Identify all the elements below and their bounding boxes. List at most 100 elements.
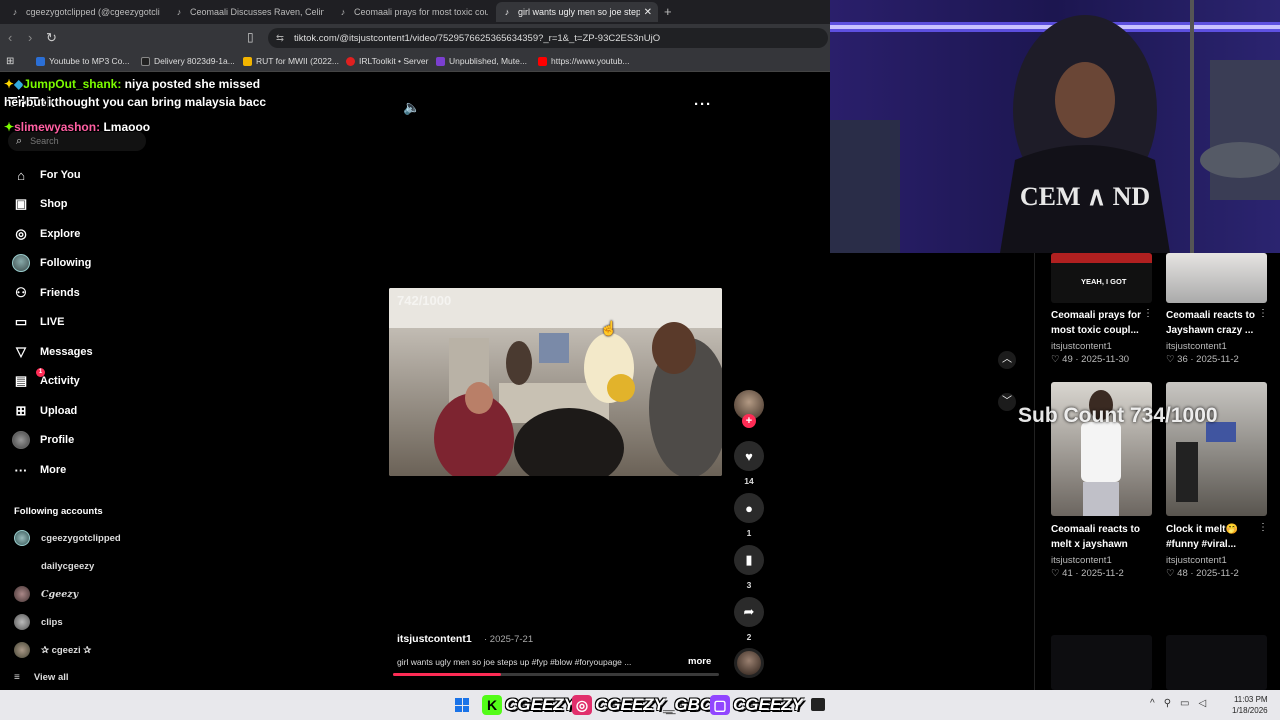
nav-for-you[interactable]: ⌂ For You — [12, 164, 80, 186]
new-tab-icon[interactable]: + — [664, 4, 672, 19]
nav-activity[interactable]: ▤ 1 Activity — [12, 368, 80, 392]
following-account[interactable]: clips — [14, 613, 63, 631]
video-thumbnail[interactable] — [1166, 382, 1267, 516]
video-thumbnail[interactable] — [1166, 635, 1267, 690]
video-meta: ♡ 49 · 2025-11-30 — [1051, 354, 1130, 365]
bookmark-star-icon[interactable]: ▯ — [247, 30, 254, 44]
comment-button[interactable]: ● 1 — [734, 493, 764, 538]
video-thumbnail[interactable]: YEAH, I GOT — [1051, 253, 1152, 303]
kebab-menu-icon[interactable]: ⋮ — [1258, 522, 1268, 533]
share-button[interactable]: ➦ 2 — [734, 597, 764, 642]
video-thumbnail[interactable] — [1051, 635, 1152, 690]
nav-friends[interactable]: ⚇ Friends — [12, 282, 80, 304]
back-icon[interactable]: ‹ — [8, 30, 12, 45]
address-bar[interactable]: ⇆ tiktok.com/@itsjustcontent1/video/7529… — [268, 28, 828, 48]
follow-plus-icon[interactable]: + — [742, 414, 756, 428]
nav-profile[interactable]: Profile — [12, 429, 74, 451]
irltoolkit-icon — [346, 56, 355, 66]
forward-icon[interactable]: › — [28, 30, 32, 45]
chevron-up-icon: ︿ — [1002, 354, 1012, 365]
video-progress-fill — [393, 673, 501, 676]
terminal-app-icon[interactable] — [811, 698, 825, 711]
monitor-icon[interactable]: ▭ — [1180, 698, 1189, 709]
twitch-handle: ▢ CGEEZY — [710, 694, 803, 716]
shop-bag-icon: ▣ — [14, 196, 28, 211]
video-title[interactable]: Ceomaali reacts to melt x jayshawn — [1051, 522, 1151, 552]
microphone-icon[interactable]: ⚲ — [1164, 698, 1171, 709]
more-options-icon[interactable]: ··· — [694, 96, 712, 113]
volume-icon[interactable]: ◁ — [1198, 698, 1206, 709]
bookmark-item[interactable]: Unpublished, Mute... — [436, 56, 527, 66]
windows-start-icon[interactable] — [455, 698, 469, 712]
scroll-up-button[interactable]: ︿ — [998, 351, 1016, 369]
save-count: 3 — [746, 580, 752, 590]
twitch-icon: ▢ — [710, 695, 730, 715]
following-account[interactable]: cgeezygotclipped — [14, 529, 121, 547]
nav-messages[interactable]: ▽ Messages — [12, 341, 93, 363]
video-meta: ♡ 48 · 2025-11-2 — [1166, 568, 1239, 579]
video-thumbnail[interactable] — [1166, 253, 1267, 303]
video-title[interactable]: Ceomaali reacts to Jayshawn crazy ... — [1166, 308, 1266, 338]
nav-live[interactable]: ▭ LIVE — [12, 311, 65, 333]
nav-following[interactable]: Following — [12, 252, 91, 274]
video-author[interactable]: itsjustcontent1 — [1166, 341, 1227, 352]
following-account[interactable]: Cgeezy — [14, 585, 78, 603]
chevron-up-icon[interactable]: ^ — [1150, 698, 1155, 709]
site-info-icon[interactable]: ⇆ — [276, 33, 284, 44]
search-input[interactable]: ⌕ Search — [8, 131, 146, 151]
kebab-menu-icon[interactable]: ⋮ — [1143, 308, 1153, 319]
apps-grid-icon[interactable]: ⊞ — [6, 56, 14, 67]
webcam-image: CEM ∧ ND — [830, 0, 1280, 253]
nav-explore[interactable]: ◎ Explore — [12, 223, 80, 245]
bookmarks-bar: ⊞ Youtube to MP3 Co... Delivery 8023d9-1… — [0, 52, 830, 72]
video-title[interactable]: Ceomaali prays for most toxic coupl... — [1051, 308, 1151, 338]
home-icon: ⌂ — [17, 167, 25, 183]
bookmark-item[interactable]: Youtube to MP3 Co... — [36, 56, 130, 66]
video-title[interactable]: Clock it melt🤭 #funny #viral... — [1166, 522, 1266, 552]
bookmark-item[interactable]: https://www.youtub... — [538, 56, 629, 66]
following-account[interactable]: ✰ cgeezi ✰ — [14, 641, 91, 659]
close-tab-icon[interactable]: ✕ — [640, 7, 652, 18]
messages-icon: ▽ — [16, 344, 26, 359]
profile-avatar-icon — [12, 431, 30, 449]
video-player[interactable]: 742/1000 — [389, 288, 722, 476]
share-count: 2 — [746, 632, 752, 642]
like-count: 14 — [744, 476, 754, 486]
browser-tab[interactable]: ♪ cgeezygotclipped (@cgeezygotclipp — [4, 2, 166, 22]
scroll-down-button[interactable]: ﹀ — [998, 393, 1016, 411]
save-button[interactable]: ▮ 3 — [734, 545, 764, 590]
bookmark-item[interactable]: RUT for MWII (2022... — [243, 56, 339, 66]
url-text: tiktok.com/@itsjustcontent1/video/752957… — [293, 32, 661, 44]
browser-tab[interactable]: ♪ Ceomaali Discusses Raven, Celine an — [168, 2, 330, 22]
video-author[interactable]: itsjustcontent1 — [1166, 555, 1227, 566]
system-tray: ^ ⚲ ▭ ◁ — [1150, 698, 1206, 709]
video-author[interactable]: itsjustcontent1 — [1051, 341, 1112, 352]
browser-tab-active[interactable]: ♪ girl wants ugly men so joe steps ✕ — [496, 2, 658, 22]
tiktok-icon: ♪ — [340, 7, 346, 17]
youtube-icon — [538, 56, 547, 66]
video-author[interactable]: itsjustcontent1 — [1051, 555, 1112, 566]
volume-icon[interactable]: 🔈 — [403, 99, 420, 116]
bookmark-item[interactable]: IRLToolkit • Server — [346, 56, 428, 66]
nav-upload[interactable]: ⊞ Upload — [12, 400, 78, 422]
sparkle-badge-icon: ✦ — [4, 120, 15, 134]
caption-more-button[interactable]: more — [688, 656, 711, 667]
list-icon: ≡ — [14, 672, 20, 683]
nav-shop[interactable]: ▣ Shop — [12, 193, 68, 215]
kebab-menu-icon[interactable]: ⋮ — [1258, 308, 1268, 319]
like-button[interactable]: ♥ 14 — [734, 441, 764, 486]
video-author[interactable]: itsjustcontent1 — [397, 633, 472, 645]
music-disc-avatar[interactable] — [734, 648, 764, 678]
video-progress-bar[interactable] — [393, 673, 719, 676]
notification-badge: 1 — [36, 368, 45, 377]
following-account[interactable]: dailycgeezy — [14, 557, 94, 575]
video-thumbnail[interactable] — [1051, 382, 1152, 516]
browser-tab[interactable]: ♪ Ceomaali prays for most toxic couple — [332, 2, 494, 22]
view-all-link[interactable]: ≡ View all — [14, 672, 69, 683]
kick-handle: K CGEEZY — [482, 694, 575, 716]
bookmark-item[interactable]: Delivery 8023d9-1a... — [141, 56, 235, 66]
nav-more[interactable]: ··· More — [12, 459, 67, 481]
system-clock[interactable]: 11:03 PM 1/18/2026 — [1232, 694, 1268, 716]
live-tv-icon: ▭ — [14, 314, 28, 329]
reload-icon[interactable]: ↻ — [46, 30, 57, 46]
